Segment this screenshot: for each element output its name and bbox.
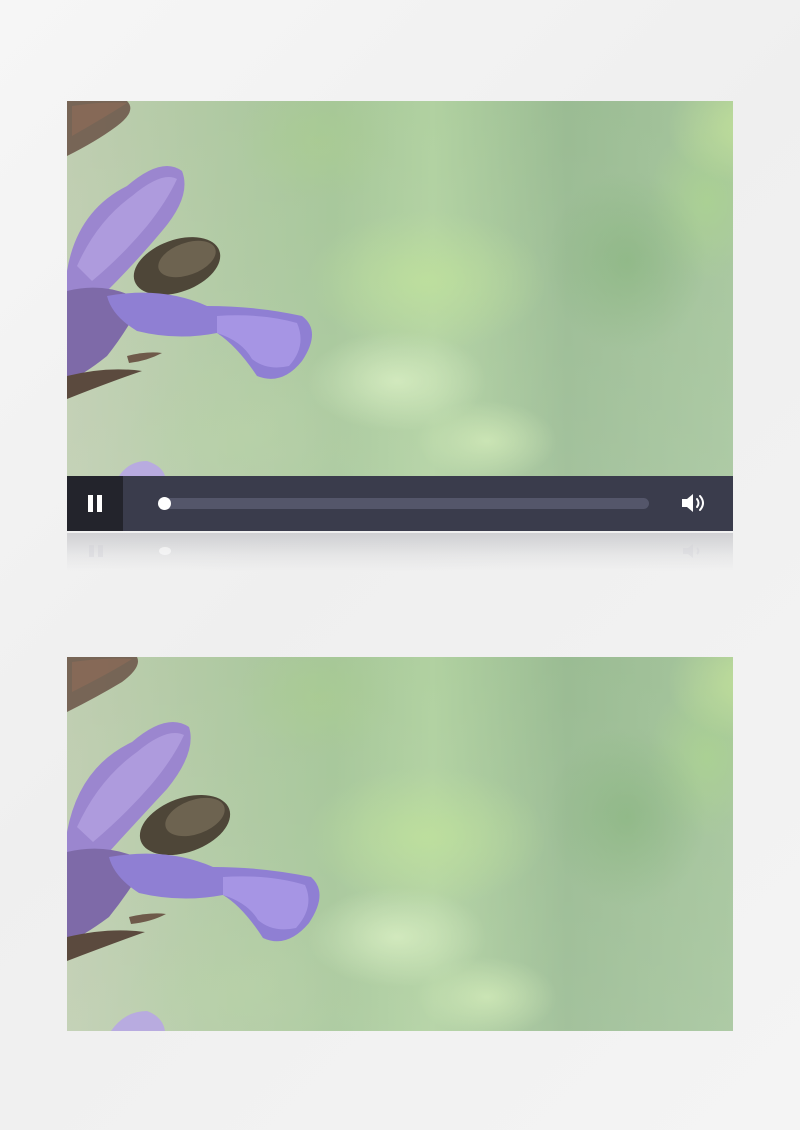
reflection-volume-icon (683, 544, 700, 558)
progress-bar[interactable] (158, 497, 649, 510)
video-still (67, 657, 733, 1031)
pause-icon (87, 495, 103, 512)
reflection-pause-icon (88, 545, 104, 557)
volume-icon[interactable] (679, 490, 709, 516)
flower-image (67, 657, 320, 1031)
video-frame[interactable] (67, 101, 733, 476)
play-pause-button[interactable] (67, 476, 123, 531)
progress-thumb[interactable] (158, 497, 171, 510)
reflection-thumb (159, 547, 171, 555)
controls-reflection (67, 533, 733, 571)
video-controls (67, 476, 733, 531)
flower-image (67, 101, 312, 476)
